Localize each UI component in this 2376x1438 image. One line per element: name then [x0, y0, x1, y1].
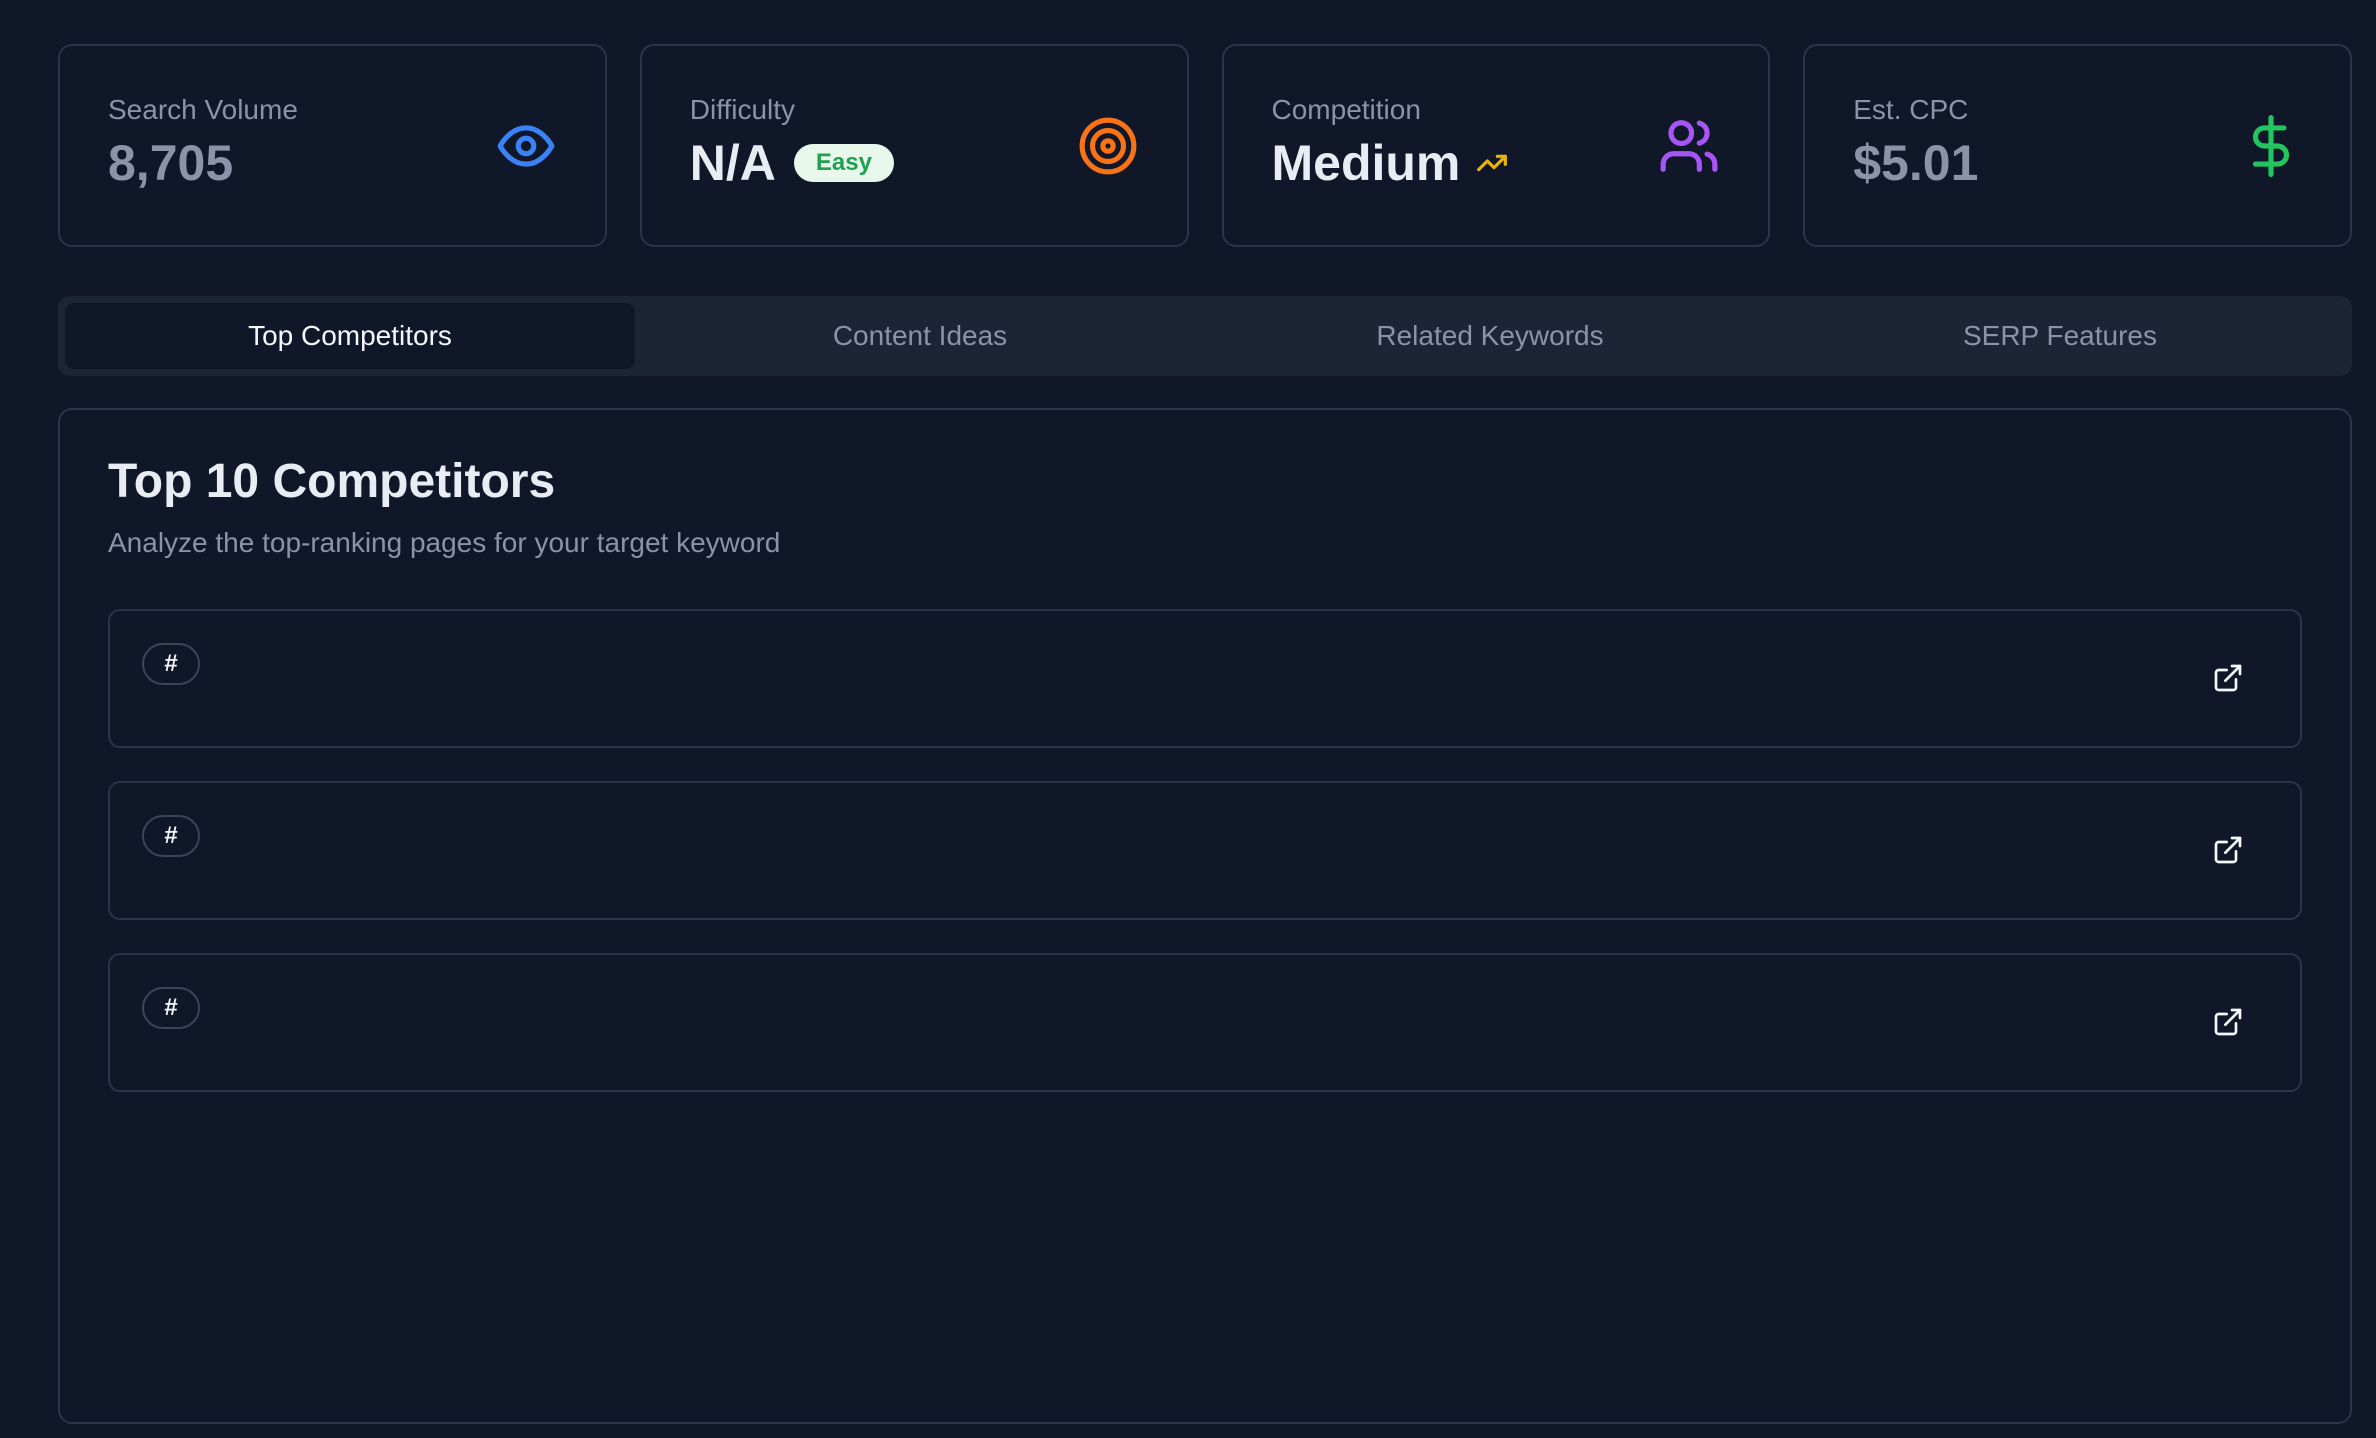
tab-content-ideas[interactable]: Content Ideas	[635, 303, 1205, 369]
stat-card-competition: Competition Medium	[1221, 44, 1771, 247]
panel-title: Top 10 Competitors	[108, 455, 556, 508]
target-icon	[1077, 115, 1139, 177]
external-link-icon[interactable]	[2212, 662, 2244, 694]
eye-icon	[495, 115, 557, 177]
dollar-icon	[2240, 114, 2302, 177]
tab-serp-features[interactable]: SERP Features	[1775, 303, 2345, 369]
stat-value: N/A	[689, 135, 776, 191]
rank-badge: #	[142, 986, 200, 1029]
tab-top-competitors[interactable]: Top Competitors	[65, 303, 635, 369]
stat-card-difficulty: Difficulty N/A Easy	[639, 44, 1189, 247]
competitors-panel: Top 10 Competitors Analyze the top-ranki…	[58, 408, 2352, 1424]
rank-badge: #	[142, 814, 200, 857]
external-link-icon[interactable]	[2212, 1006, 2244, 1038]
competitor-row: #	[108, 952, 2302, 1092]
keyword-research-page: Search Volume 8,705 Difficulty N/A Easy	[0, 0, 2376, 1438]
stat-card-search-volume: Search Volume 8,705	[58, 44, 607, 247]
tab-bar: Top Competitors Content Ideas Related Ke…	[58, 296, 2352, 376]
panel-subtitle: Analyze the top-ranking pages for your t…	[108, 526, 781, 558]
stat-value: Medium	[1271, 135, 1461, 191]
users-icon	[1658, 115, 1720, 177]
trending-up-icon	[1476, 147, 1508, 179]
stat-card-est-cpc: Est. CPC $5.01	[1803, 44, 2352, 247]
tab-related-keywords[interactable]: Related Keywords	[1205, 303, 1775, 369]
stat-value: $5.01	[1853, 135, 1979, 191]
competitor-list: # # #	[108, 608, 2302, 1092]
external-link-icon[interactable]	[2212, 834, 2244, 866]
difficulty-badge: Easy	[793, 144, 894, 182]
stat-value: 8,705	[108, 135, 234, 191]
competitor-row: #	[108, 608, 2302, 748]
competitor-row: #	[108, 780, 2302, 920]
rank-badge: #	[142, 642, 200, 685]
stats-row: Search Volume 8,705 Difficulty N/A Easy	[58, 44, 2352, 247]
